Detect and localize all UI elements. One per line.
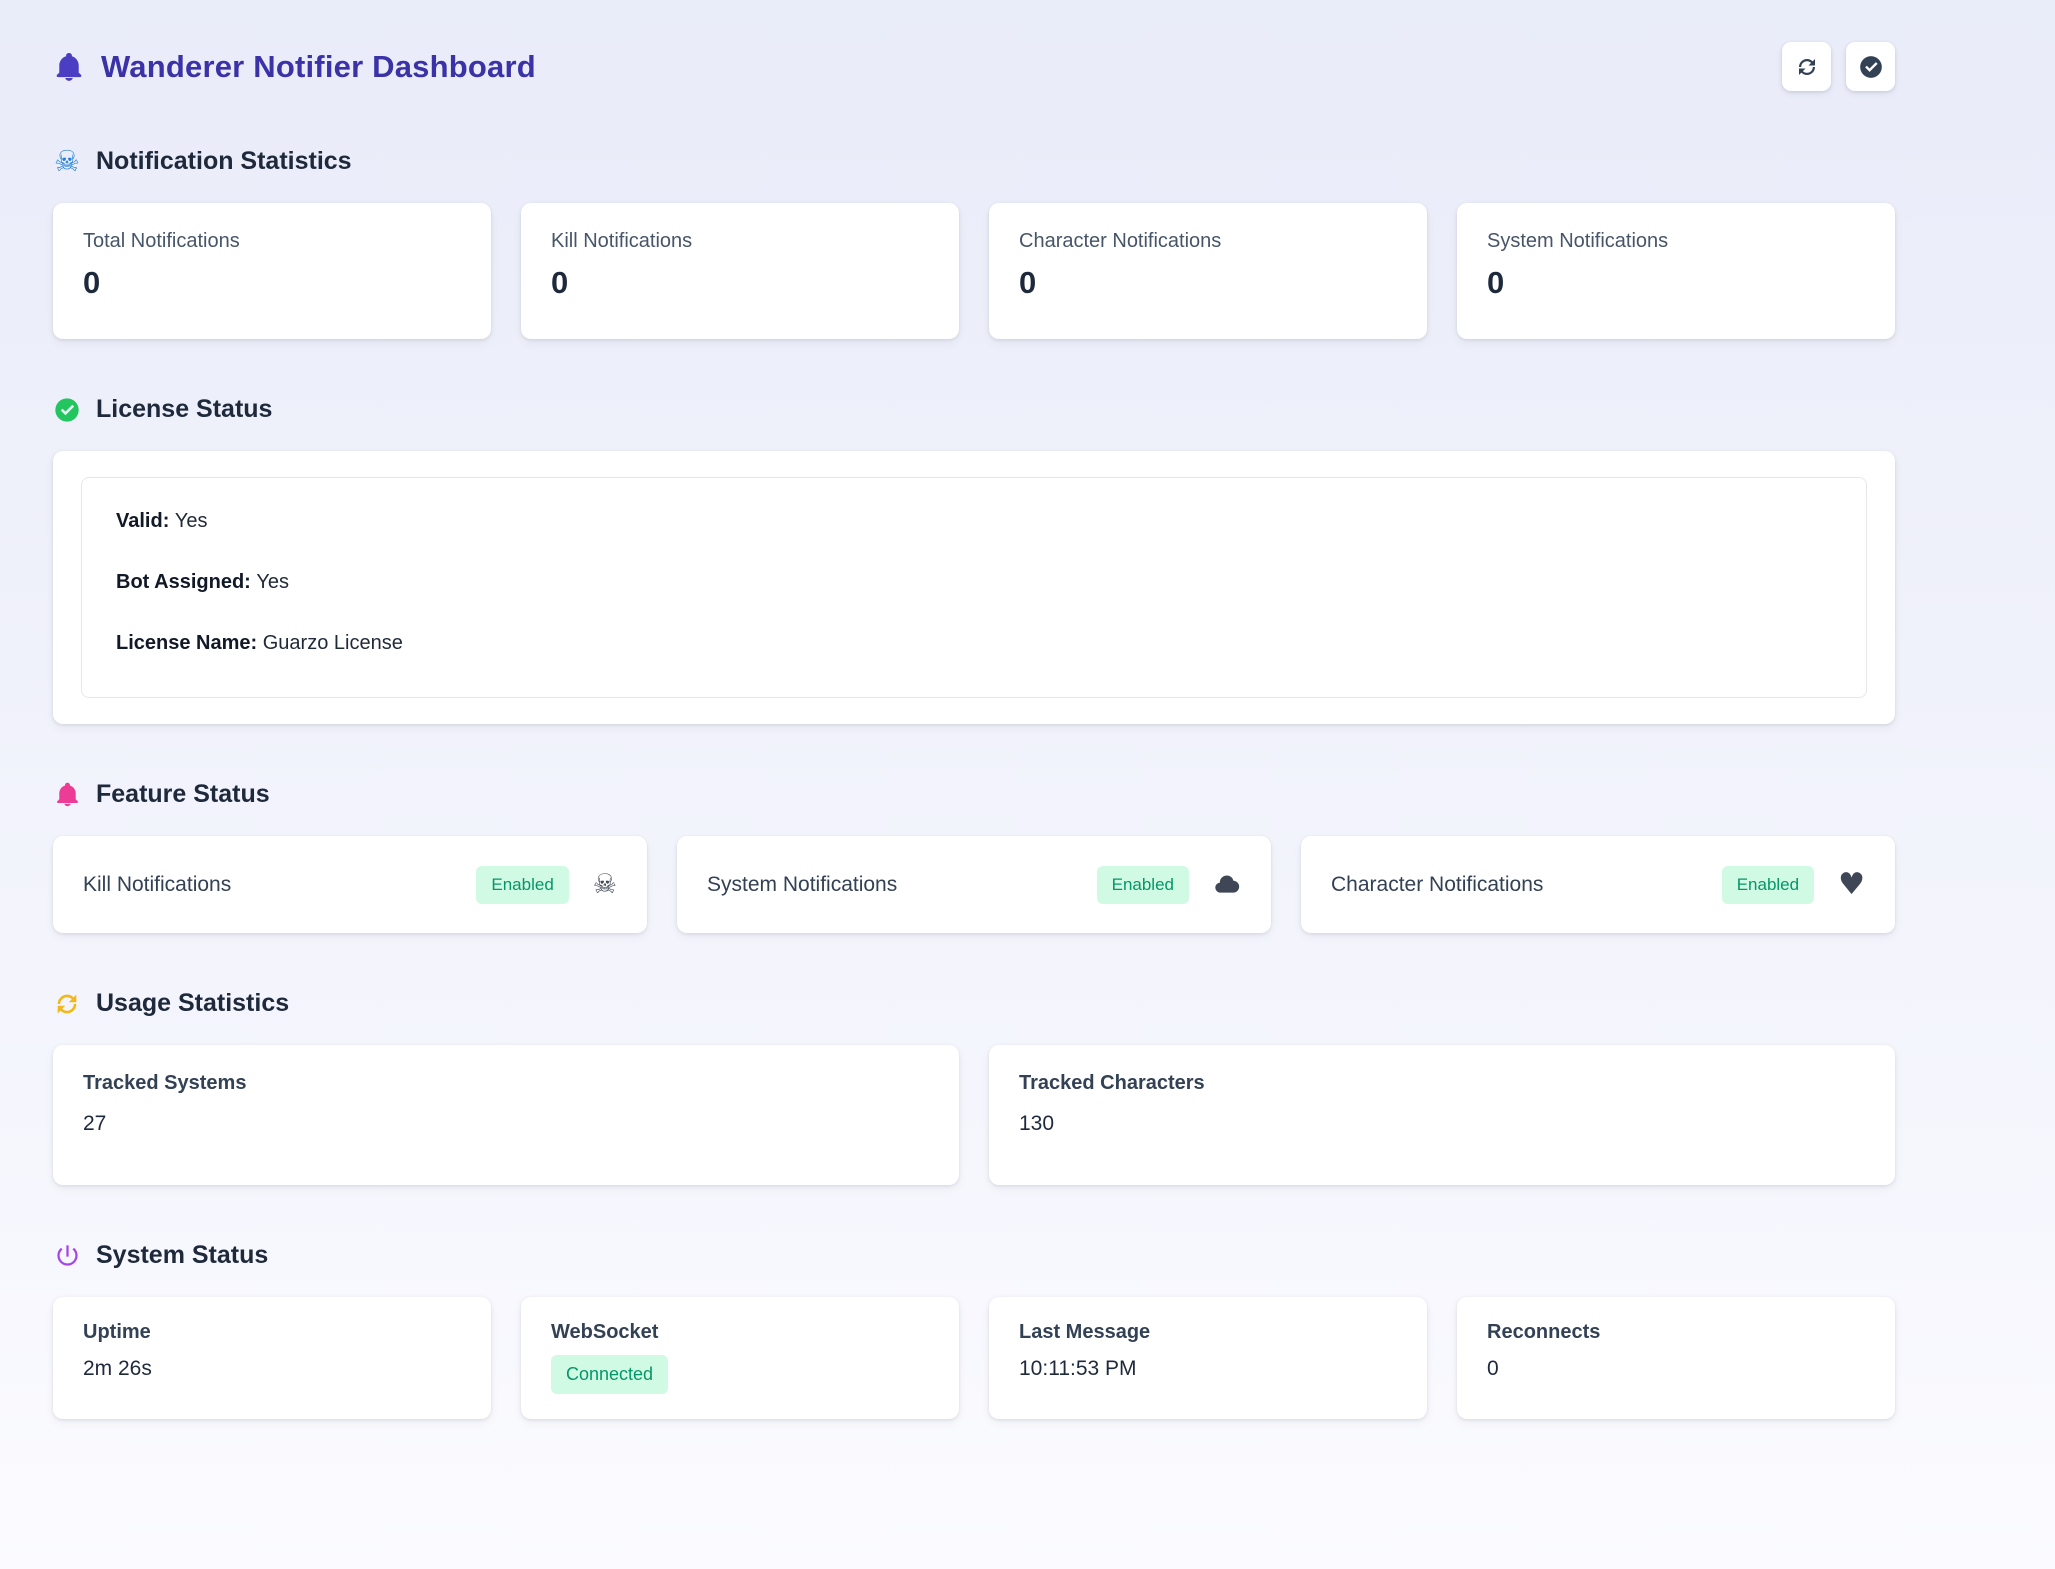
usage-label: Tracked Systems [83,1072,929,1095]
status-check-button[interactable] [1846,42,1895,91]
check-circle-icon [1858,54,1884,80]
page-title: Wanderer Notifier Dashboard [101,49,536,85]
system-card-websocket: WebSocket Connected [521,1297,959,1419]
system-card-uptime: Uptime 2m 26s [53,1297,491,1419]
license-bot-label: Bot Assigned: [116,571,256,593]
system-card-reconnects: Reconnects 0 [1457,1297,1895,1419]
feature-card-system-notifications: System Notifications Enabled [677,836,1271,933]
stat-value: 0 [1019,265,1397,301]
license-bot-line: Bot Assigned: Yes [116,571,1832,594]
stat-value: 0 [1487,265,1865,301]
license-name-value: Guarzo License [263,632,403,654]
system-label: Uptime [83,1321,461,1344]
header: Wanderer Notifier Dashboard [53,42,1895,91]
license-bot-value: Yes [256,571,289,593]
connected-badge: Connected [551,1355,668,1394]
stat-card-kill-notifications: Kill Notifications 0 [521,203,959,339]
stat-label: System Notifications [1487,230,1865,253]
sync-arrows-amber-icon [53,990,81,1018]
section-title: License Status [96,395,272,424]
stat-value: 0 [83,265,461,301]
system-value: 0 [1487,1357,1865,1381]
usage-value: 130 [1019,1112,1865,1136]
stat-card-system-notifications: System Notifications 0 [1457,203,1895,339]
enabled-badge: Enabled [1722,866,1814,904]
license-valid-line: Valid: Yes [116,510,1832,533]
system-card-last-message: Last Message 10:11:53 PM [989,1297,1427,1419]
section-feature-status: Feature Status Kill Notifications Enable… [53,780,1895,933]
stat-label: Kill Notifications [551,230,929,253]
usage-card-tracked-systems: Tracked Systems 27 [53,1045,959,1185]
power-icon [53,1242,81,1269]
license-card: Valid: Yes Bot Assigned: Yes License Nam… [53,451,1895,724]
stat-label: Total Notifications [83,230,461,253]
system-label: Reconnects [1487,1321,1865,1344]
section-license-status: License Status Valid: Yes Bot Assigned: … [53,395,1895,724]
skull-crossbones-icon: ☠ [53,147,81,176]
stat-value: 0 [551,265,929,301]
skull-crossbones-icon: ☠ [593,871,617,898]
stat-label: Character Notifications [1019,230,1397,253]
system-label: WebSocket [551,1321,929,1344]
license-valid-label: Valid: [116,510,175,532]
enabled-badge: Enabled [476,866,568,904]
feature-card-kill-notifications: Kill Notifications Enabled ☠ [53,836,647,933]
feature-label: System Notifications [707,873,897,897]
section-title: System Status [96,1241,268,1270]
usage-card-tracked-characters: Tracked Characters 130 [989,1045,1895,1185]
section-usage-statistics: Usage Statistics Tracked Systems 27 Trac… [53,989,1895,1185]
feature-label: Character Notifications [1331,873,1543,897]
feature-card-character-notifications: Character Notifications Enabled ♥ [1301,836,1895,933]
stat-card-character-notifications: Character Notifications 0 [989,203,1427,339]
section-system-status: System Status Uptime 2m 26s WebSocket Co… [53,1241,1895,1419]
cloud-icon [1213,871,1241,899]
section-title: Feature Status [96,780,270,809]
bell-pink-icon [53,781,81,808]
license-name-line: License Name: Guarzo License [116,632,1832,655]
section-notification-statistics: ☠ Notification Statistics Total Notifica… [53,147,1895,339]
dashboard-page: Wanderer Notifier Dashboard ☠ Notificati… [0,0,2055,1569]
enabled-badge: Enabled [1097,866,1189,904]
check-circle-green-icon [53,396,81,424]
stat-card-total-notifications: Total Notifications 0 [53,203,491,339]
system-label: Last Message [1019,1321,1397,1344]
license-valid-value: Yes [175,510,208,532]
usage-label: Tracked Characters [1019,1072,1865,1095]
system-value: 10:11:53 PM [1019,1357,1397,1381]
heart-icon: ♥ [1838,870,1865,900]
sync-arrows-icon [1795,55,1819,79]
usage-value: 27 [83,1112,929,1136]
section-title: Notification Statistics [96,147,352,176]
section-title: Usage Statistics [96,989,289,1018]
feature-label: Kill Notifications [83,873,231,897]
license-details-box: Valid: Yes Bot Assigned: Yes License Nam… [81,477,1867,698]
system-value: 2m 26s [83,1357,461,1381]
license-name-label: License Name: [116,632,263,654]
header-actions [1782,42,1895,91]
bell-icon [53,51,85,83]
refresh-button[interactable] [1782,42,1831,91]
